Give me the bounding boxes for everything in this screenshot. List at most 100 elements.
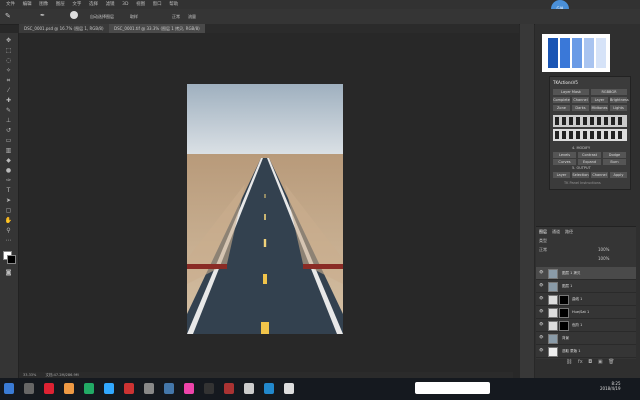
- type-tool-icon[interactable]: T: [4, 187, 13, 194]
- brush-size-icon[interactable]: [70, 11, 78, 19]
- quick-select-tool-icon[interactable]: ✧: [4, 67, 13, 74]
- tab-midtones[interactable]: Midtones: [591, 105, 608, 111]
- plugin-button[interactable]: Apply: [610, 172, 627, 178]
- menu-filter[interactable]: 滤镜: [106, 0, 115, 9]
- move-tool-icon[interactable]: ✥: [4, 37, 13, 44]
- healing-tool-icon[interactable]: ✚: [4, 97, 13, 104]
- visibility-eye-icon[interactable]: 👁: [539, 348, 543, 352]
- visibility-eye-icon[interactable]: 👁: [539, 309, 543, 313]
- plugin-button[interactable]: RGBBGR: [591, 89, 627, 95]
- layer-row[interactable]: 👁 Hue/Sat 1: [536, 306, 636, 319]
- app-icon[interactable]: [144, 383, 154, 394]
- plugin-button[interactable]: Expand: [578, 159, 601, 165]
- plugin-button[interactable]: Brightness: [610, 97, 629, 103]
- menu-window[interactable]: 窗口: [153, 0, 162, 9]
- layer-row[interactable]: 👁 图层 1 拷贝: [536, 267, 636, 280]
- layer-name[interactable]: 背景: [562, 336, 569, 341]
- layer-name[interactable]: 色阶 1: [572, 323, 582, 328]
- brush-tool-icon[interactable]: ✎: [5, 12, 11, 20]
- delete-layer-icon[interactable]: 🗑: [608, 359, 614, 365]
- plugin-button[interactable]: Layer: [591, 97, 608, 103]
- plugin-button[interactable]: Levels: [553, 152, 576, 158]
- app-icon[interactable]: [164, 383, 174, 394]
- app-icon[interactable]: [44, 383, 54, 394]
- menu-help[interactable]: 帮助: [169, 0, 178, 9]
- add-mask-icon[interactable]: ◘: [588, 359, 592, 365]
- app-icon[interactable]: [244, 383, 254, 394]
- background-color-swatch[interactable]: [7, 255, 16, 264]
- photoshop-icon[interactable]: [104, 383, 114, 394]
- plugin-button[interactable]: Burn: [603, 159, 626, 165]
- app-icon[interactable]: [84, 383, 94, 394]
- zoom-tool-icon[interactable]: ⚲: [4, 227, 13, 234]
- tab-paths[interactable]: 路径: [565, 229, 573, 235]
- flow-label[interactable]: 流量: [188, 14, 196, 20]
- plugin-button[interactable]: Layer Mask: [553, 89, 589, 95]
- layer-name[interactable]: Hue/Sat 1: [572, 310, 589, 314]
- visibility-eye-icon[interactable]: 👁: [539, 270, 543, 274]
- brush-tool-icon[interactable]: ✎: [4, 107, 13, 114]
- app-icon[interactable]: [204, 383, 214, 394]
- plugin-button[interactable]: Channel: [572, 97, 589, 103]
- crop-tool-icon[interactable]: ⌗: [4, 77, 13, 84]
- zone-buttons[interactable]: [553, 115, 627, 143]
- visibility-eye-icon[interactable]: 👁: [539, 322, 543, 326]
- app-icon[interactable]: [124, 383, 134, 394]
- plugin-footer[interactable]: TK Panel Instructions: [564, 181, 601, 185]
- hand-tool-icon[interactable]: ✋: [4, 217, 13, 224]
- add-style-icon[interactable]: fx: [578, 359, 583, 365]
- tab-channels[interactable]: 通道: [552, 229, 560, 235]
- app-icon[interactable]: [64, 383, 74, 394]
- plugin-button[interactable]: Contrast: [578, 152, 601, 158]
- visibility-eye-icon[interactable]: 👁: [539, 296, 543, 300]
- layer-name[interactable]: 选取 蒙版 1: [562, 349, 580, 354]
- plugin-button[interactable]: Layer: [553, 172, 570, 178]
- blur-tool-icon[interactable]: ◆: [4, 157, 13, 164]
- opacity-field[interactable]: 100%: [598, 247, 609, 252]
- eyedropper-tool-icon[interactable]: ⁄: [4, 87, 13, 94]
- menu-edit[interactable]: 编辑: [23, 0, 32, 9]
- menu-file[interactable]: 文件: [6, 0, 15, 9]
- history-brush-tool-icon[interactable]: ↺: [4, 127, 13, 134]
- dodge-tool-icon[interactable]: ●: [4, 167, 13, 174]
- link-layers-icon[interactable]: ⛓: [566, 359, 572, 365]
- path-select-tool-icon[interactable]: ➤: [4, 197, 13, 204]
- clone-stamp-tool-icon[interactable]: ⊥: [4, 117, 13, 124]
- layer-name[interactable]: 图层 1 拷贝: [562, 271, 580, 276]
- menu-select[interactable]: 选择: [89, 0, 98, 9]
- app-icon[interactable]: [184, 383, 194, 394]
- plugin-button[interactable]: Selection: [572, 172, 589, 178]
- tab-zone[interactable]: Zone: [553, 105, 570, 111]
- input-method-bar[interactable]: [415, 382, 490, 394]
- plugin-button[interactable]: Dodge: [603, 152, 626, 158]
- tab-layers[interactable]: 图层: [539, 229, 547, 235]
- menu-type[interactable]: 文字: [72, 0, 81, 9]
- tab-lights[interactable]: Lights: [610, 105, 627, 111]
- layer-row[interactable]: 👁 选取 蒙版 1: [536, 345, 636, 358]
- pen-tool-icon[interactable]: ✑: [4, 177, 13, 184]
- eraser-tool-icon[interactable]: ▭: [4, 137, 13, 144]
- tab-document-2[interactable]: DSC_0001.tif @ 33.3% (图层 1 拷贝, RGB/8): [109, 24, 205, 33]
- sample-label[interactable]: 取样: [130, 14, 138, 20]
- tab-darks[interactable]: Darks: [572, 105, 589, 111]
- app-icon[interactable]: [284, 383, 294, 394]
- shape-tool-icon[interactable]: ▢: [4, 207, 13, 214]
- tab-document-1[interactable]: DSC_0001.psd @ 16.7% (图层 1, RGB/8): [19, 24, 109, 33]
- brush-preset-icon[interactable]: ✒: [40, 12, 45, 19]
- marquee-tool-icon[interactable]: ⬚: [4, 47, 13, 54]
- fill-field[interactable]: 100%: [598, 256, 609, 261]
- blend-mode-select[interactable]: 正常: [539, 247, 547, 253]
- search-icon[interactable]: [24, 383, 34, 394]
- plugin-button[interactable]: Complete: [553, 97, 570, 103]
- document-canvas[interactable]: [187, 84, 343, 334]
- layer-kind-filter[interactable]: 类型: [539, 238, 547, 244]
- mode-select[interactable]: 正常: [172, 14, 180, 20]
- layer-row[interactable]: 👁 图层 1: [536, 280, 636, 293]
- auto-select-label[interactable]: 自动选择图层: [90, 14, 114, 20]
- zoom-readout[interactable]: 33.33%: [23, 373, 36, 377]
- layer-row[interactable]: 👁 曲线 1: [536, 293, 636, 306]
- start-icon[interactable]: [4, 383, 14, 394]
- new-layer-icon[interactable]: ▣: [598, 359, 603, 365]
- gradient-tool-icon[interactable]: ▥: [4, 147, 13, 154]
- more-tools-icon[interactable]: ⋯: [4, 237, 13, 244]
